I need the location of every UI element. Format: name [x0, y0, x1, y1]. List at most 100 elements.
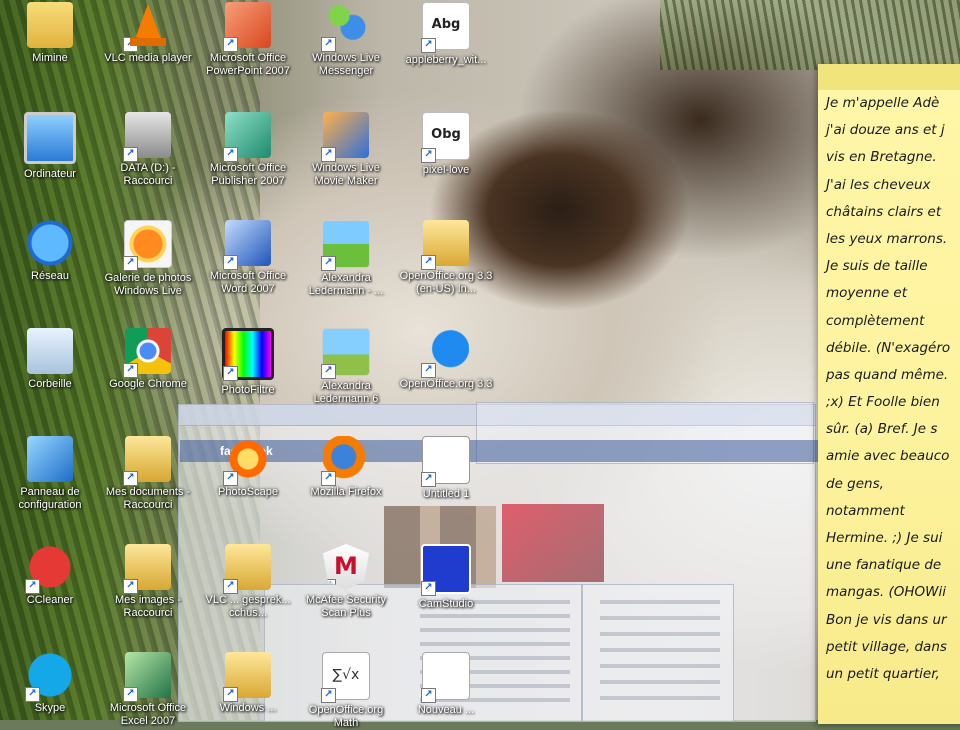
desktop-icon[interactable]: ↗ Mozilla Firefox [298, 436, 394, 499]
shortcut-arrow-icon: ↗ [223, 37, 238, 52]
desktop-icon[interactable]: ↗ Microsoft Office Publisher 2007 [200, 112, 296, 188]
sticky-note-line: débile. (N'exagéro [826, 339, 951, 356]
desktop-icon[interactable]: ↗ Nouveau ... [398, 652, 494, 717]
shortcut-arrow-icon: ↗ [321, 688, 336, 703]
desktop-icon[interactable]: ↗ CamStudio [398, 544, 494, 611]
desktop-icon[interactable]: Corbeille [2, 328, 98, 391]
desktop-icon[interactable]: ↗ Microsoft Office Word 2007 [200, 220, 296, 296]
shortcut-arrow-icon: ↗ [421, 148, 436, 163]
desktop-icon-label: Mes images - Raccourci [114, 594, 182, 619]
network-icon [27, 220, 73, 266]
shortcut-arrow-icon: ↗ [123, 687, 138, 702]
desktop-icon[interactable]: Abg ↗ appleberry_wit... [398, 2, 494, 67]
desktop-icon[interactable]: Obg ↗ pixel-love [398, 112, 494, 177]
desktop-icon-label: McAfee Security Scan Plus [305, 594, 387, 619]
blank-document-icon: ↗ [421, 436, 470, 487]
sticky-note-text[interactable]: Je m'appelle Adè j'ai douze ans et j vis e… [818, 90, 960, 688]
desktop-icon[interactable]: Réseau [2, 220, 98, 283]
desktop-icon[interactable]: ↗ Mes documents - Raccourci [100, 436, 196, 512]
folder-icon: ↗ [421, 220, 469, 270]
formula-icon: ∑√x ↗ [321, 652, 370, 703]
folder-icon: ↗ [223, 652, 271, 702]
desktop-icon-label: Panneau de configuration [18, 486, 82, 511]
desktop-icon-label: Windows ... [219, 702, 277, 714]
shortcut-arrow-icon: ↗ [223, 579, 238, 594]
desktop-icon[interactable]: ↗ Untitled 1 [398, 436, 494, 501]
desktop-icon[interactable]: ↗ Microsoft Office PowerPoint 2007 [200, 2, 296, 78]
sticky-note-line: les yeux marrons. [826, 230, 948, 247]
desktop-icon[interactable]: ∑√x ↗ OpenOffice.org Math [298, 652, 394, 730]
desktop-icon[interactable]: ↗ Google Chrome [100, 328, 196, 391]
desktop-icon-label: PhotoScape [218, 486, 278, 498]
sticky-note-line: un petit quartier, [826, 665, 940, 682]
document-icon: ↗ [421, 652, 470, 703]
desktop-icon-label: PhotoFiltre [221, 384, 275, 396]
ghost-feed-text-2 [600, 600, 720, 710]
sticky-note-line: petit village, dans [826, 638, 947, 655]
desktop-icon[interactable]: ↗ DATA (D:) - Raccourci [100, 112, 196, 188]
sticky-note[interactable]: Je m'appelle Adè j'ai douze ans et j vis e… [818, 64, 960, 724]
desktop-icon[interactable]: ↗ Microsoft Office Excel 2007 [100, 652, 196, 728]
desktop-icon[interactable]: Ordinateur [2, 112, 98, 181]
desktop-icon[interactable]: ↗ Galerie de photos Windows Live [100, 220, 196, 298]
desktop-icon[interactable]: ↗ Alexandra Ledermann - ... [298, 220, 394, 298]
desktop-icon-label: Google Chrome [109, 378, 187, 390]
shortcut-arrow-icon: ↗ [123, 579, 138, 594]
desktop-icon-label: appleberry_wit... [405, 54, 487, 66]
desktop-icon-label: Microsoft Office Word 2007 [209, 270, 287, 295]
sticky-note-line: châtains clairs et [826, 203, 942, 220]
desktop-icon-label: VLC ... gesprek... cchus... [205, 594, 291, 619]
desktop-icon-label: Windows Live Messenger [312, 52, 380, 77]
camstudio-icon: ↗ [421, 544, 471, 596]
shortcut-arrow-icon: ↗ [25, 579, 40, 594]
ccleaner-icon: ↗ [25, 544, 73, 594]
skype-icon: ↗ [25, 652, 73, 702]
desktop-icon-label: VLC media player [104, 52, 192, 64]
shortcut-arrow-icon: ↗ [123, 37, 138, 52]
sticky-note-header[interactable] [818, 64, 960, 90]
desktop-icon-label: Windows Live Movie Maker [312, 162, 380, 187]
vlc-icon: ↗ [123, 2, 171, 52]
desktop-icon[interactable]: ↗ VLC ... gesprek... cchus... [200, 544, 296, 620]
desktop-icon[interactable]: ↗ Windows Live Messenger [298, 2, 394, 78]
desktop-icon[interactable]: ↗ Windows ... [200, 652, 296, 715]
desktop-icon[interactable]: ↗ VLC media player [100, 2, 196, 65]
desktop-icon-label: Mozilla Firefox [310, 486, 382, 498]
shortcut-arrow-icon: ↗ [321, 256, 336, 271]
desktop-icon[interactable]: ↗ Alexandra Ledermann 6 [298, 328, 394, 406]
shortcut-arrow-icon: ↗ [421, 255, 436, 270]
sticky-note-line: ;x) Et Foolle bien [826, 394, 940, 411]
shortcut-arrow-icon: ↗ [421, 688, 436, 703]
sticky-note-line: Bon je vis dans ur [826, 611, 947, 628]
desktop-icon[interactable]: ↗ OpenOffice.org 3.3 (en-US) In... [398, 220, 494, 296]
sticky-note-line: sûr. (a) Bref. Je s [826, 421, 938, 438]
desktop-icon-label: OpenOffice.org 3.3 [399, 378, 493, 390]
desktop-icon[interactable]: ↗ Skype [2, 652, 98, 715]
horse-game-icon: ↗ [321, 328, 370, 379]
desktop-icon[interactable]: ↗ McAfee Security Scan Plus [298, 544, 394, 620]
shortcut-arrow-icon: ↗ [321, 147, 336, 162]
sticky-note-line: Hermine. ;) Je sui [826, 530, 943, 546]
desktop-icon[interactable]: Panneau de configuration [2, 436, 98, 512]
desktop-icon[interactable]: ↗ Mes images - Raccourci [100, 544, 196, 620]
sticky-note-line: notamment [826, 502, 905, 519]
sticky-note-line: moyenne et [826, 285, 908, 302]
shortcut-arrow-icon: ↗ [25, 687, 40, 702]
desktop-icon[interactable]: ↗ CCleaner [2, 544, 98, 607]
desktop-icon-label: Ordinateur [24, 168, 76, 180]
desktop-icon-label: OpenOffice.org 3.3 (en-US) In... [399, 270, 493, 295]
desktop-icon[interactable]: ↗ PhotoScape [200, 436, 296, 499]
desktop-icon[interactable]: ↗ Windows Live Movie Maker [298, 112, 394, 188]
desktop-icon[interactable]: ↗ OpenOffice.org 3.3 [398, 328, 494, 391]
shortcut-arrow-icon: ↗ [421, 363, 436, 378]
shortcut-arrow-icon: ↗ [421, 472, 436, 487]
desktop-icon-label: pixel-love [422, 164, 470, 176]
desktop-icon[interactable]: ↗ PhotoFiltre [200, 328, 296, 397]
desktop-icon-label: Mimine [32, 52, 68, 64]
shortcut-arrow-icon: ↗ [223, 687, 238, 702]
shortcut-arrow-icon: ↗ [321, 471, 336, 486]
shortcut-arrow-icon: ↗ [223, 255, 238, 270]
desktop-icon[interactable]: Mimine [2, 2, 98, 65]
photofiltre-icon: ↗ [222, 328, 274, 381]
shortcut-arrow-icon: ↗ [321, 37, 336, 52]
